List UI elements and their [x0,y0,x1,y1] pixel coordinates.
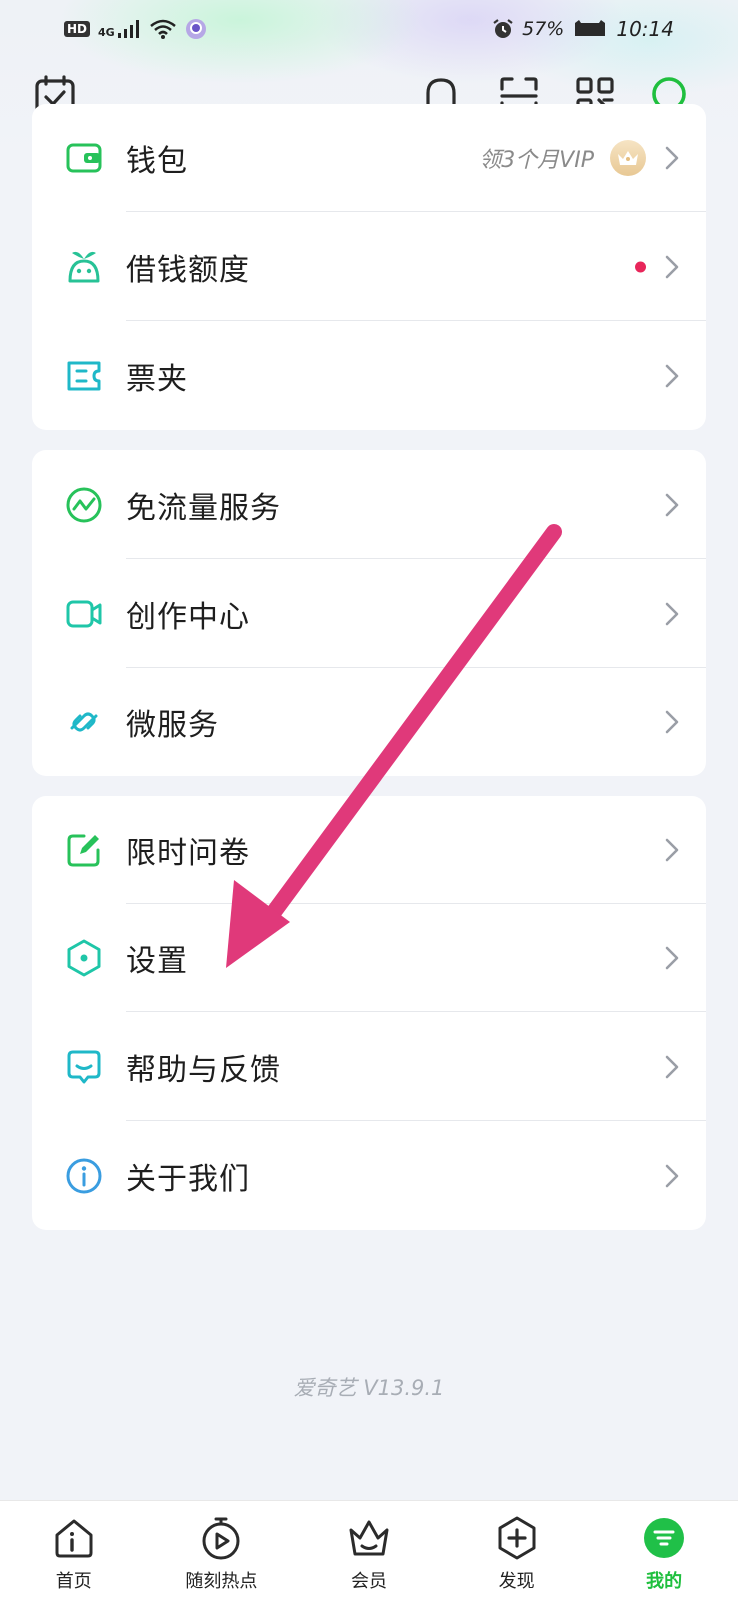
menu-label: 设置 [126,944,188,979]
status-left: HD 4G [64,18,207,40]
clock: 10:14 [616,17,674,41]
vip-basket-icon [346,1515,392,1561]
card-services: 免流量服务 创作中心 微服务 [32,450,706,776]
nav-home[interactable]: 首页 [0,1501,148,1600]
menu-label: 帮助与反馈 [126,1052,281,1088]
menu-label: 钱包 [126,144,188,179]
menu-label: 创作中心 [126,599,250,635]
menu-item-ticket-folder[interactable]: 票夹 [32,321,706,430]
menu-label: 借钱额度 [126,252,250,288]
ticket-icon [64,356,104,396]
app-notification-icon [185,19,206,39]
data-free-icon [64,485,104,525]
chevron-right-icon [665,146,679,170]
nav-hot-topics[interactable]: 随刻热点 [148,1501,296,1600]
vip-promo[interactable]: 领3个月VIP [479,140,646,176]
nav-label: 我的 [646,1571,683,1592]
crown-icon [610,140,646,176]
edit-icon [64,830,104,870]
status-right: 57% 10:14 [492,17,674,41]
menu-item-help-feedback[interactable]: 帮助与反馈 [32,1012,706,1121]
signal-indicator: 4G [98,19,141,39]
app-version: 爱奇艺 V13.9.1 [293,1376,445,1400]
status-bar: HD 4G 57% 10:14 [0,0,738,58]
chevron-right-icon [665,493,679,516]
menu-item-survey[interactable]: 限时问卷 [32,796,706,904]
menu-label: 票夹 [126,361,188,397]
video-camera-icon [64,594,104,634]
nav-vip[interactable]: 会员 [295,1501,443,1600]
menu-item-wallet[interactable]: 钱包 领3个月VIP [32,104,706,212]
menu-item-data-free[interactable]: 免流量服务 [32,450,706,559]
battery-percent: 57% [522,18,565,40]
card-finance: 钱包 领3个月VIP 借钱额度 票夹 [32,104,706,430]
home-icon [51,1515,97,1561]
chevron-right-icon [665,364,679,387]
vip-promo-text: 领3个月VIP [479,148,594,173]
play-timer-icon [198,1515,244,1561]
feedback-icon [64,1047,104,1087]
notification-dot-wrap [635,261,646,272]
nav-label: 发现 [498,1571,535,1592]
menu-label: 免流量服务 [126,490,281,526]
chevron-right-icon [665,710,679,734]
plus-discover-icon [494,1515,540,1561]
chevron-right-icon [665,946,679,970]
bottom-navigation: 首页 随刻热点 会员 发现 我的 [0,1500,738,1600]
nav-profile[interactable]: 我的 [590,1501,738,1600]
menu-item-micro-services[interactable]: 微服务 [32,668,706,776]
wifi-icon [149,19,176,39]
chevron-right-icon [665,1055,679,1078]
chevron-right-icon [665,602,679,625]
chevron-right-icon [665,1164,679,1187]
nav-label: 随刻热点 [185,1571,258,1592]
chevron-right-icon [665,838,679,862]
nav-label: 首页 [55,1571,92,1592]
red-dot-badge [635,261,646,272]
menu-label: 关于我们 [126,1161,250,1197]
menu-item-creator-center[interactable]: 创作中心 [32,559,706,668]
menu-item-loan-quota[interactable]: 借钱额度 [32,212,706,321]
hd-badge: HD [64,21,91,37]
menu-item-about-us[interactable]: 关于我们 [32,1121,706,1230]
nav-label: 会员 [350,1571,387,1592]
menu-label: 微服务 [126,708,219,743]
info-icon [64,1156,104,1196]
nav-discover[interactable]: 发现 [443,1501,591,1600]
chevron-right-icon [665,255,679,278]
menu-label: 限时问卷 [126,836,250,871]
settings-hexagon-icon [64,938,104,978]
profile-page: HD 4G 57% 10:14 钱包 领3个月VIP 借钱额度 票夹 免流量服务… [0,0,738,1600]
sprout-icon [64,247,104,287]
menu-item-settings[interactable]: 设置 [32,904,706,1012]
battery-icon [575,20,606,36]
wallet-icon [64,138,104,178]
network-type: 4G [98,26,115,39]
profile-active-icon [641,1515,687,1561]
alarm-icon [493,19,513,38]
profile-active-badge [644,1518,685,1558]
signal-icon [117,20,139,38]
card-settings: 限时问卷 设置 帮助与反馈 关于我们 [32,796,706,1230]
link-icon [64,702,104,742]
